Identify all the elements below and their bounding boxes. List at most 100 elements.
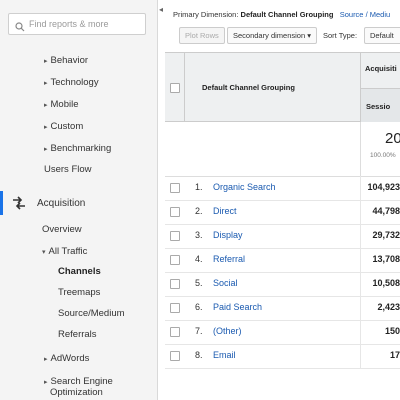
row-sessions: 29,732 <box>360 224 400 248</box>
nav-item-overview[interactable]: Overview <box>42 224 82 235</box>
row-checkbox[interactable] <box>170 303 180 313</box>
nav-label: Overview <box>42 224 82 235</box>
primary-dimension-value: Default Channel Grouping <box>240 10 334 19</box>
row-link[interactable]: (Other) <box>213 326 242 336</box>
report-main: Primary Dimension: Default Channel Group… <box>165 0 400 400</box>
row-sessions: 150 <box>360 320 400 344</box>
nav-label: Channels <box>58 266 101 277</box>
table-row: 2. Direct 44,798 <box>165 200 400 225</box>
nav-label: Technology <box>50 77 99 88</box>
summary-total: 20 <box>385 130 400 147</box>
plot-rows-button[interactable]: Plot Rows <box>179 27 225 44</box>
row-link[interactable]: Referral <box>213 254 245 264</box>
table-row: 1. Organic Search 104,923 <box>165 176 400 201</box>
search-placeholder: Find reports & more <box>29 19 109 29</box>
row-checkbox[interactable] <box>170 255 180 265</box>
table-row: 7. (Other) 150 <box>165 320 400 345</box>
primary-dimension-label: Primary Dimension: <box>173 10 239 19</box>
expand-arrow-icon: ▸ <box>44 102 48 109</box>
nav-item-referrals[interactable]: Referrals <box>58 329 97 340</box>
nav-item-treemaps[interactable]: Treemaps <box>58 287 100 298</box>
row-checkbox[interactable] <box>170 207 180 217</box>
chevron-down-icon: ▾ <box>307 31 311 40</box>
nav-label: AdWords <box>50 353 90 364</box>
nav-item-seo[interactable]: ▸ Search Engine <box>44 376 113 387</box>
row-sessions: 2,423 <box>360 296 400 320</box>
row-checkbox[interactable] <box>170 351 180 361</box>
nav-label: Treemaps <box>58 287 101 298</box>
table-row: 3. Display 29,732 <box>165 224 400 249</box>
expand-arrow-icon: ▸ <box>44 356 48 363</box>
expand-arrow-icon: ▸ <box>44 80 48 87</box>
header-dimension[interactable]: Default Channel Grouping <box>202 83 295 92</box>
expand-arrow-icon: ▸ <box>44 124 48 131</box>
table-header: Default Channel Grouping Acquisiti Sessi… <box>165 52 400 122</box>
nav-label: Custom <box>50 121 84 132</box>
expand-arrow-icon: ▸ <box>44 379 48 386</box>
source-medium-link[interactable]: Source / Mediu <box>340 10 390 19</box>
table-row: 8. Email 17 <box>165 344 400 369</box>
table-row: 4. Referral 13,708 <box>165 248 400 273</box>
nav-item-mobile[interactable]: ▸ Mobile <box>44 99 79 110</box>
nav-item-users-flow[interactable]: Users Flow <box>44 164 92 175</box>
secondary-dimension-dropdown[interactable]: Secondary dimension ▾ <box>227 27 317 44</box>
row-sessions: 13,708 <box>360 248 400 272</box>
header-sessions[interactable]: Sessio <box>360 88 400 122</box>
row-checkbox[interactable] <box>170 327 180 337</box>
nav-label: Referrals <box>58 329 97 340</box>
row-checkbox[interactable] <box>170 183 180 193</box>
sort-type-label: Sort Type: <box>323 31 358 40</box>
nav-item-channels[interactable]: Channels <box>58 266 101 277</box>
summary-percent: 100.00% <box>370 152 396 159</box>
nav-label: Acquisition <box>37 198 86 209</box>
sidebar: Find reports & more ▸ Behavior ▸ Technolog… <box>0 0 158 400</box>
row-number: 7. <box>195 326 203 336</box>
row-number: 8. <box>195 350 203 360</box>
summary-divider <box>360 122 361 176</box>
row-sessions: 17 <box>360 344 400 368</box>
primary-dimension-bar: Primary Dimension: Default Channel Group… <box>173 10 390 19</box>
nav-label: All Traffic <box>48 246 88 257</box>
row-link[interactable]: Email <box>213 350 236 360</box>
row-sessions: 44,798 <box>360 200 400 224</box>
nav-item-behavior[interactable]: ▸ Behavior <box>44 55 88 66</box>
table-row: 6. Paid Search 2,423 <box>165 296 400 321</box>
acquisition-icon <box>12 196 26 215</box>
nav-item-acquisition[interactable]: Acquisition <box>37 198 85 209</box>
row-checkbox[interactable] <box>170 279 180 289</box>
nav-label: Behavior <box>50 55 89 66</box>
row-sessions: 104,923 <box>360 176 400 200</box>
row-link[interactable]: Organic Search <box>213 182 276 192</box>
expand-arrow-icon: ▸ <box>44 58 48 65</box>
nav-label: Source/Medium <box>58 308 125 319</box>
nav-label: Optimization <box>50 387 103 398</box>
nav-item-source-medium[interactable]: Source/Medium <box>58 308 125 319</box>
nav-label: Search Engine <box>50 376 113 387</box>
nav-item-all-traffic[interactable]: ▾ All Traffic <box>42 246 87 257</box>
sort-type-dropdown[interactable]: Default <box>364 27 400 44</box>
search-icon <box>15 19 25 37</box>
collapse-sidebar-icon[interactable]: ◂ <box>157 0 165 20</box>
nav-item-technology[interactable]: ▸ Technology <box>44 77 99 88</box>
summary-row: 20 100.00% <box>165 122 400 177</box>
row-number: 4. <box>195 254 203 264</box>
nav-label: Mobile <box>50 99 79 110</box>
active-section-indicator <box>0 191 3 215</box>
row-link[interactable]: Display <box>213 230 243 240</box>
nav-label: Users Flow <box>44 164 92 175</box>
expand-arrow-icon: ▸ <box>44 146 48 153</box>
row-link[interactable]: Paid Search <box>213 302 262 312</box>
nav-item-seo-line2: Optimization <box>50 387 103 398</box>
nav-item-adwords[interactable]: ▸ AdWords <box>44 353 89 364</box>
table-row: 5. Social 10,508 <box>165 272 400 297</box>
row-link[interactable]: Direct <box>213 206 237 216</box>
nav-item-custom[interactable]: ▸ Custom <box>44 121 83 132</box>
row-checkbox[interactable] <box>170 231 180 241</box>
row-number: 5. <box>195 278 203 288</box>
row-link[interactable]: Social <box>213 278 238 288</box>
select-all-checkbox[interactable] <box>170 83 180 93</box>
search-box[interactable]: Find reports & more <box>8 13 146 35</box>
nav-item-benchmarking[interactable]: ▸ Benchmarking <box>44 143 111 154</box>
nav-label: Benchmarking <box>50 143 112 154</box>
header-acquisition-group: Acquisiti <box>360 53 400 88</box>
